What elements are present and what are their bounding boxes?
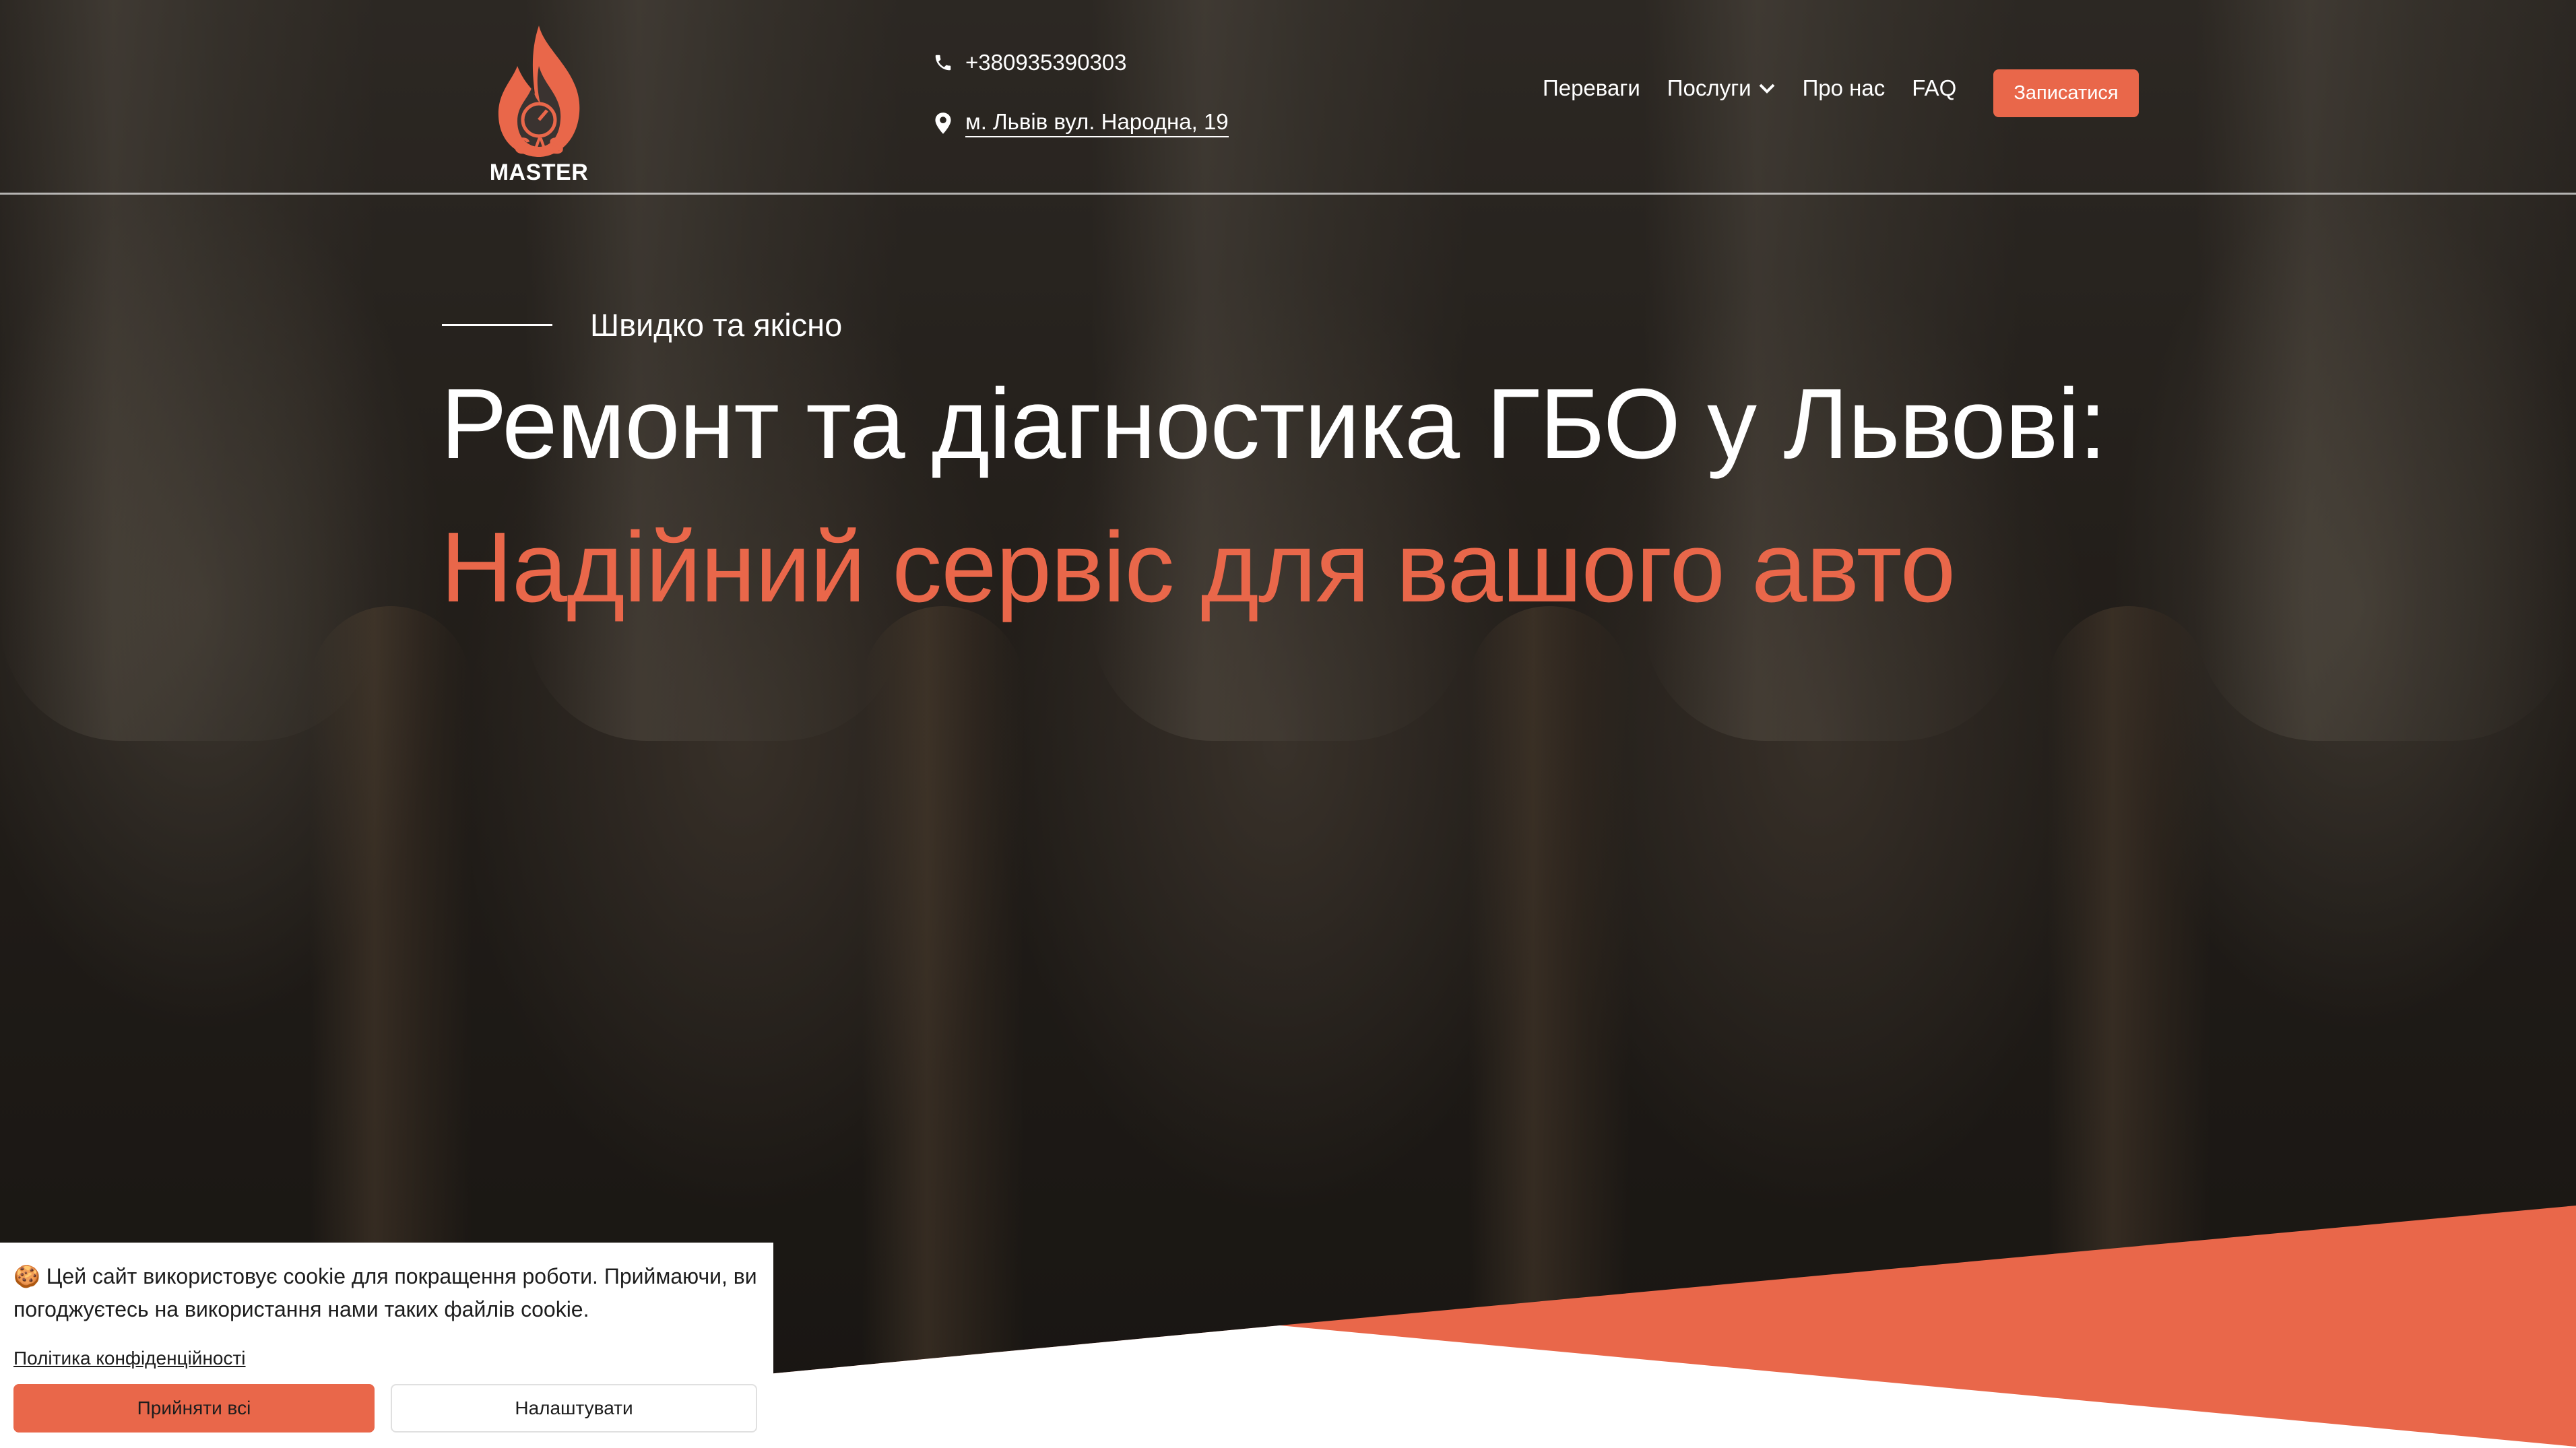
cookie-message: 🍪 Цей сайт використовує cookie для покра… (13, 1264, 757, 1321)
privacy-policy-link[interactable]: Політика конфіденційності (13, 1348, 246, 1369)
decorative-bottom-shapes (768, 1206, 2576, 1448)
cookie-settings-button[interactable]: Налаштувати (391, 1384, 757, 1433)
cookie-actions: Прийняти всі Налаштувати (13, 1384, 757, 1433)
accept-all-button[interactable]: Прийняти всі (13, 1384, 375, 1433)
cookie-banner: 🍪 Цей сайт використовує cookie для покра… (0, 1243, 773, 1448)
